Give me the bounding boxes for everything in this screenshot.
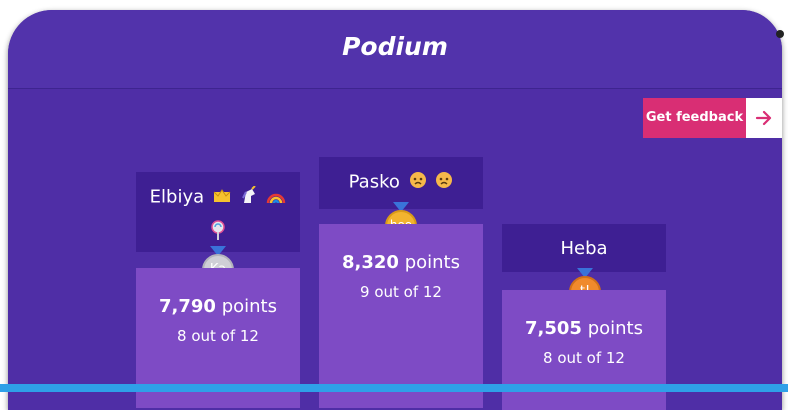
arrow-right-icon <box>746 98 782 138</box>
page: Podium Get feedback Elbiya 7,790 points … <box>0 0 788 410</box>
worried-face-emoji-icon <box>435 171 453 194</box>
points-value: 8,320 <box>342 252 399 273</box>
player-name: Heba <box>560 238 608 259</box>
podium-name-box-third: Heba <box>502 224 666 272</box>
podium-column-first: 8,320 points 9 out of 12 <box>319 224 483 408</box>
page-title: Podium <box>342 32 448 61</box>
podium-name-box-second: Elbiya <box>136 172 300 252</box>
unicorn-emoji-icon <box>240 185 258 209</box>
score: 8 out of 12 <box>177 327 259 345</box>
rainbow-emoji-icon <box>266 187 286 208</box>
points: 7,790 points <box>136 296 300 317</box>
player-name: Elbiya <box>149 186 205 208</box>
get-feedback-button[interactable]: Get feedback <box>643 98 782 138</box>
header: Podium <box>8 10 782 89</box>
points-value: 7,505 <box>525 318 582 339</box>
score: 9 out of 12 <box>360 283 442 301</box>
player-name: Pasko <box>348 171 400 193</box>
close-icon[interactable] <box>776 30 784 38</box>
points-unit: points <box>221 296 277 317</box>
podium-column-third: 7,505 points 8 out of 12 <box>502 290 666 410</box>
crown-emoji-icon <box>213 187 231 208</box>
lollipop-emoji-icon <box>210 220 226 245</box>
points: 7,505 points <box>502 318 666 339</box>
points: 8,320 points <box>319 252 483 273</box>
bottom-bar <box>0 384 788 392</box>
get-feedback-label: Get feedback <box>643 98 746 138</box>
points-value: 7,790 <box>159 296 216 317</box>
podium-panel: Podium Get feedback Elbiya 7,790 points … <box>8 10 782 410</box>
score: 8 out of 12 <box>543 349 625 367</box>
points-unit: points <box>404 252 460 273</box>
points-unit: points <box>587 318 643 339</box>
worried-face-emoji-icon <box>409 171 427 194</box>
